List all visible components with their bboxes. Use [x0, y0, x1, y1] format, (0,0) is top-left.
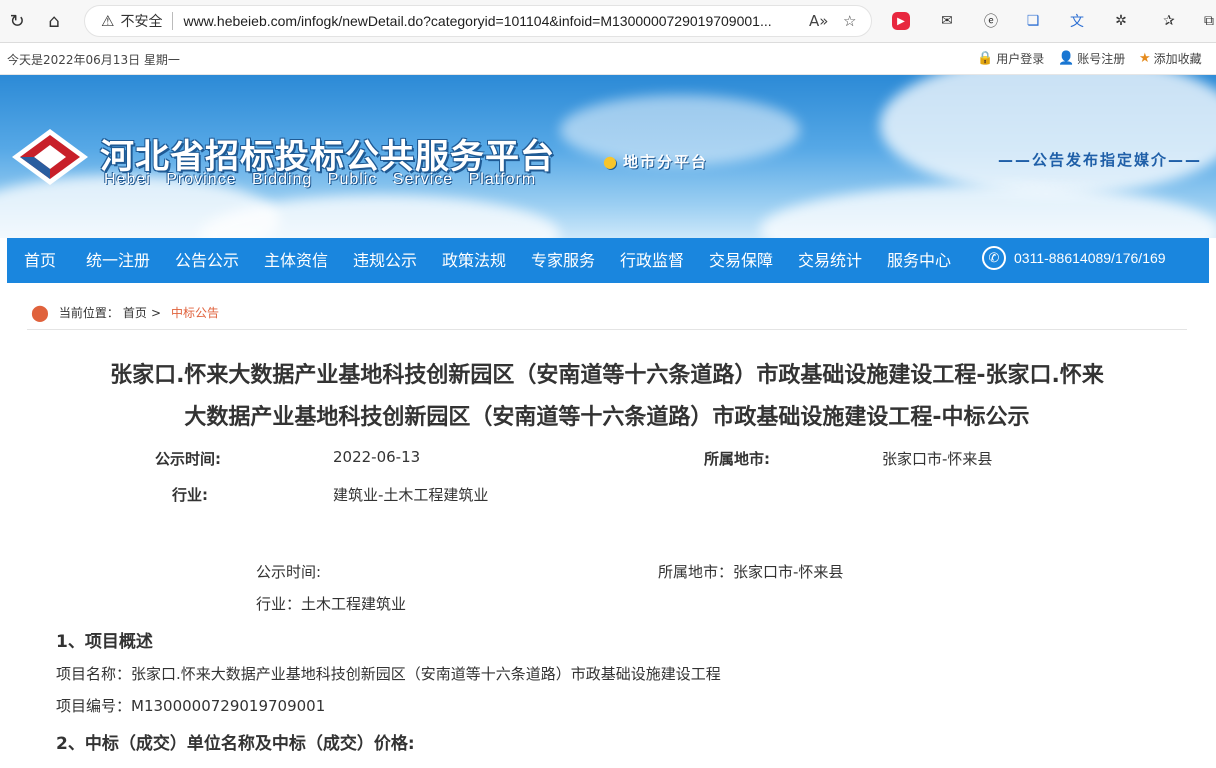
- mail-extension-icon[interactable]: ✉: [936, 10, 958, 32]
- nav-item-register[interactable]: 统一注册: [86, 238, 150, 283]
- favorite-star-icon[interactable]: ☆: [843, 12, 856, 30]
- reload-icon[interactable]: ↻: [3, 8, 31, 34]
- area-value: 张家口市-怀来县: [882, 450, 993, 468]
- url-text[interactable]: www.hebeieb.com/infogk/newDetail.do?cate…: [183, 13, 783, 29]
- breadcrumb: ⬤ 当前位置： 首页 > 中标公告: [31, 303, 220, 322]
- main-nav: 首页 统一注册 公告公示 主体资信 违规公示 政策法规 专家服务 行政监督 交易…: [7, 238, 1209, 283]
- nav-item-violations[interactable]: 违规公示: [353, 238, 417, 283]
- section-winner-heading: 2、中标（成交）单位名称及中标（成交）价格:: [56, 734, 415, 754]
- login-link[interactable]: 🔒 用户登录: [977, 50, 1044, 67]
- city-platform-link[interactable]: ● 地市分平台: [603, 151, 708, 172]
- translate-icon[interactable]: 文: [1066, 10, 1088, 32]
- top-utility-bar: 今天是2022年06月13日 星期一 🔒 用户登录 👤 账号注册 ★ 添加收藏: [0, 43, 1216, 75]
- section-overview-heading: 1、项目概述: [56, 632, 153, 652]
- star-icon: ★: [1139, 51, 1151, 66]
- nav-item-guarantee[interactable]: 交易保障: [709, 238, 773, 283]
- platform-logo-icon: [12, 129, 88, 185]
- nav-item-announcements[interactable]: 公告公示: [175, 238, 239, 283]
- favorite-link[interactable]: ★ 添加收藏: [1139, 50, 1202, 67]
- sub-industry: 行业：土木工程建筑业: [256, 595, 407, 613]
- register-link[interactable]: 👤 账号注册: [1058, 50, 1125, 67]
- nav-item-policy[interactable]: 政策法规: [442, 238, 506, 283]
- collections-menu-icon[interactable]: ⧉: [1198, 10, 1216, 32]
- industry-label: 行业:: [172, 486, 208, 504]
- article-title: 张家口.怀来大数据产业基地科技创新园区（安南道等十六条道路）市政基础设施建设工程…: [110, 363, 1104, 430]
- breadcrumb-home[interactable]: 首页: [123, 304, 147, 321]
- video-extension-icon[interactable]: ▶: [892, 12, 910, 30]
- main-content: ⬤ 当前位置： 首页 > 中标公告 张家口.怀来大数据产业基地科技创新园区（安南…: [7, 283, 1209, 768]
- industry-value: 建筑业-土木工程建筑业: [333, 486, 489, 504]
- location-pin-icon: ⬤: [31, 303, 49, 322]
- extensions-puzzle-icon[interactable]: ✲: [1110, 10, 1132, 32]
- publish-time-value: 2022-06-13: [333, 448, 421, 466]
- browser-toolbar: ↻ ⌂ ⚠ 不安全 www.hebeieb.com/infogk/newDeta…: [0, 0, 1216, 43]
- breadcrumb-current[interactable]: 中标公告: [171, 304, 219, 321]
- current-date: 今天是2022年06月13日 星期一: [7, 53, 180, 67]
- security-label: 不安全: [120, 14, 163, 30]
- nav-item-service[interactable]: 服务中心: [887, 238, 951, 283]
- project-name: 项目名称：张家口.怀来大数据产业基地科技创新园区（安南道等十六条道路）市政基础设…: [56, 665, 721, 683]
- sub-publish-time: 公示时间:: [256, 563, 322, 581]
- e-extension-icon[interactable]: ⓔ: [980, 10, 1002, 32]
- hotline: ✆ 0311-88614089/176/169: [982, 246, 1166, 270]
- nav-item-experts[interactable]: 专家服务: [531, 238, 595, 283]
- home-icon[interactable]: ⌂: [40, 8, 68, 34]
- favorites-icon[interactable]: ✰: [1158, 10, 1180, 32]
- area-label: 所属地市:: [704, 450, 770, 468]
- read-aloud-icon[interactable]: A»: [809, 12, 828, 30]
- warning-icon: ⚠: [101, 12, 115, 30]
- nav-item-supervision[interactable]: 行政监督: [620, 238, 684, 283]
- publish-time-label: 公示时间:: [155, 450, 221, 468]
- user-icon: 👤: [1058, 51, 1075, 66]
- site-banner: 河北省招标投标公共服务平台 Hebei Province Bidding Pub…: [0, 75, 1216, 238]
- site-title-en: Hebei Province Bidding Public Service Pl…: [104, 171, 537, 188]
- lock-icon: 🔒: [977, 51, 994, 66]
- location-pin-icon: ●: [603, 152, 619, 171]
- collections-icon[interactable]: ❏: [1022, 10, 1044, 32]
- nav-item-credit[interactable]: 主体资信: [264, 238, 328, 283]
- phone-icon: ✆: [982, 246, 1006, 270]
- project-code: 项目编号：M1300000729019709001: [56, 697, 326, 715]
- media-slogan: ——公告发布指定媒介——: [997, 151, 1202, 169]
- nav-item-home[interactable]: 首页: [24, 238, 56, 283]
- sub-area: 所属地市：张家口市-怀来县: [658, 563, 844, 581]
- address-bar[interactable]: ⚠ 不安全 www.hebeieb.com/infogk/newDetail.d…: [84, 5, 872, 37]
- nav-item-statistics[interactable]: 交易统计: [798, 238, 862, 283]
